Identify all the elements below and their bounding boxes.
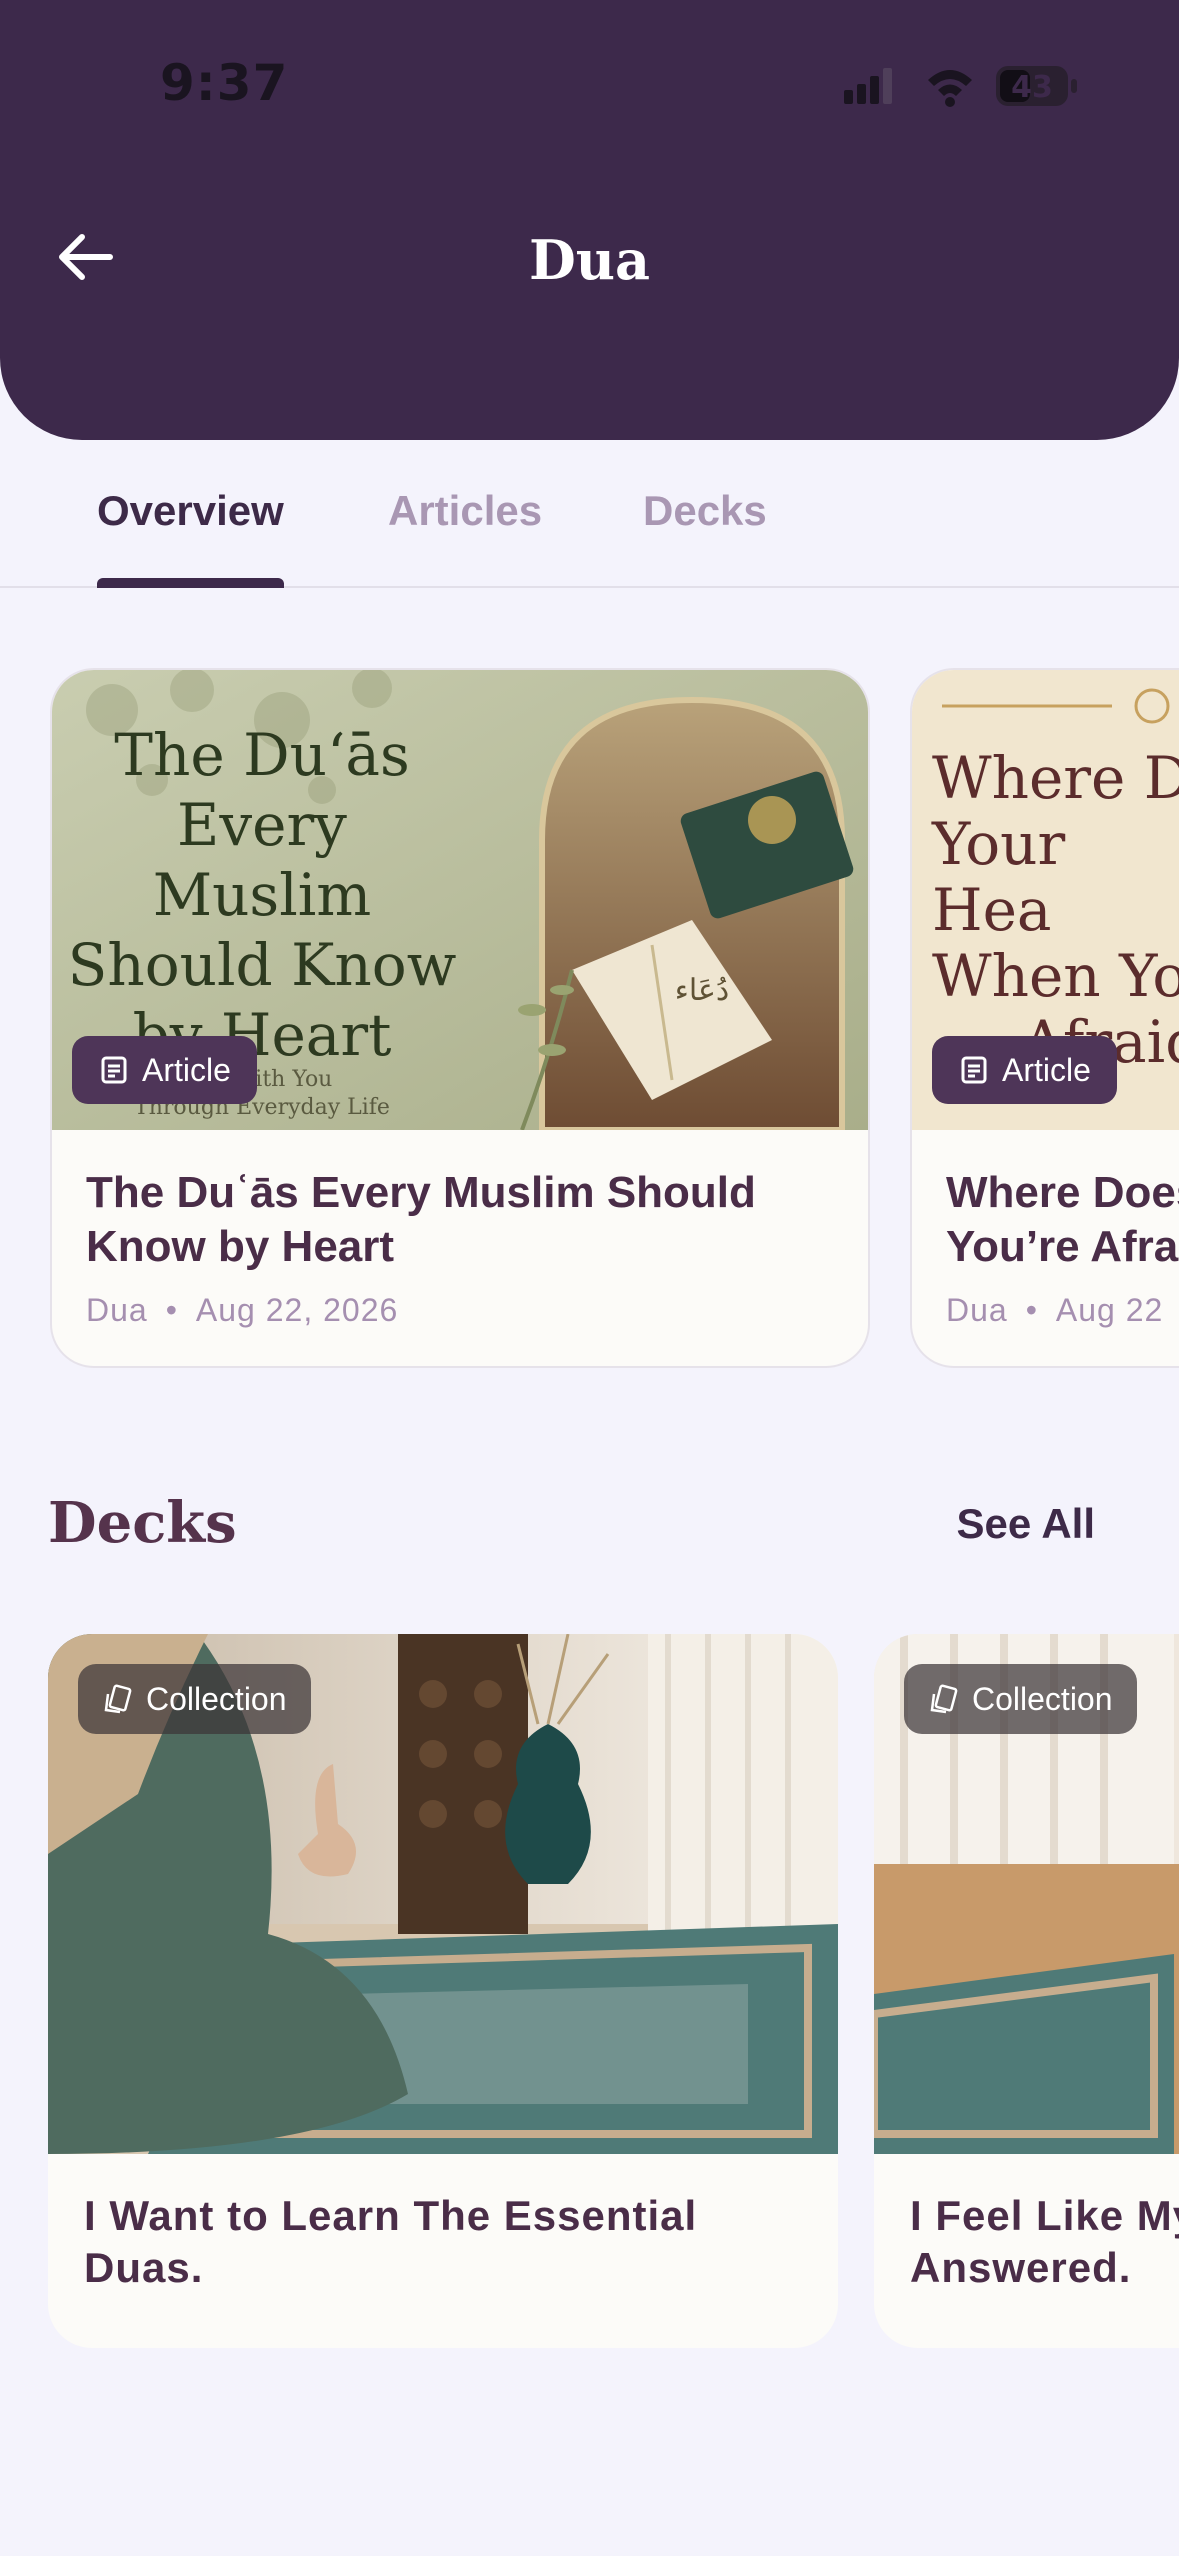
article-date: Aug 22 — [1055, 1292, 1164, 1328]
tab-overview[interactable]: Overview — [97, 480, 284, 588]
signal-icon — [844, 68, 892, 104]
document-icon — [961, 1056, 987, 1084]
cards-icon — [104, 1684, 132, 1714]
article-badge-label: Article — [1002, 1051, 1091, 1088]
collection-badge: Collection — [904, 1664, 1137, 1734]
collection-badge-label: Collection — [972, 1680, 1113, 1717]
article-category: Dua — [86, 1292, 148, 1328]
deck-card[interactable]: Collection I Feel Like My Answered. — [874, 1634, 1179, 2348]
wifi-icon — [928, 70, 972, 107]
tab-bar: Overview Articles Decks — [0, 480, 1179, 588]
article-badge-label: Article — [142, 1051, 231, 1088]
cards-icon — [930, 1684, 958, 1714]
deck-title: I Want to Learn The Essential Duas. — [84, 2192, 698, 2291]
tab-decks[interactable]: Decks — [643, 480, 767, 586]
deck-title: I Feel Like My Answered. — [910, 2192, 1179, 2291]
article-card[interactable]: Where D Your Hea When Yo Afraid Article … — [910, 668, 1179, 1368]
article-category: Dua — [946, 1292, 1008, 1328]
tab-decks-label: Decks — [643, 487, 767, 534]
article-card[interactable]: دُعَاء The Du‘ās Every Muslim Should Kno… — [50, 668, 870, 1368]
tab-articles[interactable]: Articles — [388, 480, 542, 586]
decks-section-title: Decks — [48, 1490, 237, 1556]
tab-overview-label: Overview — [97, 487, 284, 534]
article-title: The Duʿās Every Muslim Should Know by He… — [86, 1168, 756, 1271]
article-title: Where Does You’re Afrai — [946, 1168, 1179, 1271]
deck-card[interactable]: Collection I Want to Learn The Essential… — [48, 1634, 838, 2348]
article-meta: Dua • Aug 22 — [946, 1292, 1164, 1328]
collection-badge: Collection — [78, 1664, 311, 1734]
status-time: 9:37 — [160, 54, 289, 112]
article-meta: Dua • Aug 22, 2026 — [86, 1292, 399, 1328]
document-icon — [101, 1056, 127, 1084]
cover-arabic: دُعَاء — [675, 973, 730, 1008]
tab-active-indicator — [97, 578, 284, 588]
battery-level: 43 — [1011, 70, 1053, 105]
status-icons: 43 — [844, 66, 1077, 107]
decks-carousel[interactable]: Collection I Want to Learn The Essential… — [0, 1634, 1179, 2354]
tab-articles-label: Articles — [388, 487, 543, 534]
page-title: Dua — [528, 228, 651, 292]
article-badge: Article — [932, 1036, 1117, 1104]
articles-carousel[interactable]: دُعَاء The Du‘ās Every Muslim Should Kno… — [0, 668, 1179, 1374]
article-badge: Article — [72, 1036, 257, 1104]
article-date: Aug 22, 2026 — [195, 1292, 399, 1328]
see-all-link[interactable]: See All — [956, 1500, 1095, 1548]
cover-title: The Du‘ās Every Muslim Should Know by He… — [67, 721, 457, 1069]
header: 9:37 43 Dua — [0, 0, 1179, 440]
cover-title: Where D Your Hea When Yo Afraid — [932, 744, 1179, 1075]
collection-badge-label: Collection — [146, 1680, 287, 1717]
